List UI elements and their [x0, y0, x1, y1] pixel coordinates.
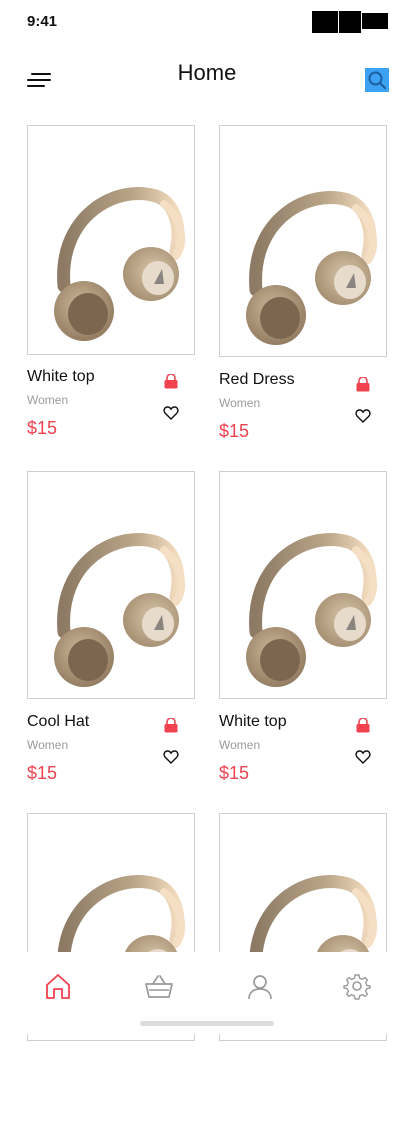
product-image[interactable] — [27, 471, 195, 699]
nav-profile[interactable] — [245, 972, 275, 1002]
heart-icon[interactable] — [355, 408, 371, 424]
search-icon — [368, 71, 387, 90]
page-title: Home — [177, 60, 237, 85]
nav-home[interactable] — [43, 972, 73, 1002]
settings-icon — [343, 974, 371, 1000]
product-card[interactable]: Red Dress Women $15 — [219, 125, 387, 445]
product-image[interactable] — [219, 471, 387, 699]
product-image[interactable] — [27, 125, 195, 355]
product-image[interactable] — [219, 125, 387, 357]
wifi-icon — [339, 11, 361, 33]
status-indicators — [312, 11, 388, 33]
product-price: $15 — [27, 418, 58, 438]
signal-icon — [312, 11, 338, 33]
product-card[interactable]: White top Women $15 — [27, 125, 195, 445]
product-price: $15 — [27, 763, 58, 783]
cart-icon[interactable] — [355, 718, 371, 734]
heart-icon[interactable] — [355, 749, 371, 765]
heart-icon[interactable] — [163, 749, 179, 765]
heart-icon[interactable] — [163, 405, 179, 421]
search-button[interactable] — [365, 68, 389, 92]
product-price: $15 — [219, 763, 250, 783]
cart-icon[interactable] — [163, 374, 179, 390]
product-name[interactable]: White top — [219, 713, 287, 731]
product-category: Women — [219, 738, 261, 752]
product-name[interactable]: White top — [27, 368, 95, 386]
nav-basket[interactable] — [143, 972, 173, 1002]
product-category: Women — [27, 738, 69, 752]
nav-settings[interactable] — [343, 972, 373, 1002]
product-price: $15 — [219, 421, 250, 441]
battery-icon — [362, 13, 388, 29]
product-category: Women — [219, 396, 261, 410]
product-name[interactable]: Red Dress — [219, 371, 295, 389]
product-card[interactable]: Cool Hat Women $15 — [27, 471, 195, 791]
user-icon — [248, 975, 272, 1000]
status-time: 9:41 — [27, 13, 58, 30]
product-card[interactable]: White top Women $15 — [219, 471, 387, 791]
home-icon — [46, 974, 70, 999]
home-indicator — [140, 1021, 274, 1026]
product-category: Women — [27, 393, 69, 407]
cart-icon[interactable] — [355, 377, 371, 393]
basket-icon — [145, 975, 173, 998]
cart-icon[interactable] — [163, 718, 179, 734]
product-name[interactable]: Cool Hat — [27, 713, 89, 731]
